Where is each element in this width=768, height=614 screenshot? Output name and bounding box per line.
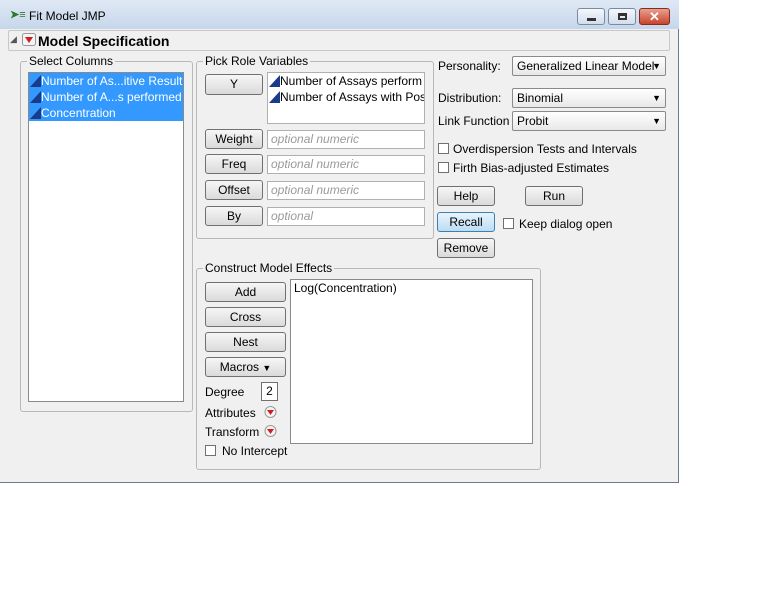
- personality-select[interactable]: Generalized Linear Model ▼: [512, 56, 666, 76]
- list-item[interactable]: Log(Concentration): [291, 280, 532, 296]
- chevron-down-icon: ▼: [652, 61, 661, 71]
- keep-dialog-open-checkbox[interactable]: [503, 218, 514, 229]
- chevron-down-icon: ▼: [652, 116, 661, 126]
- firth-checkbox[interactable]: [438, 162, 449, 173]
- transform-label: Transform: [205, 425, 260, 439]
- select-columns-label: Select Columns: [27, 54, 116, 68]
- red-triangle-menu-icon[interactable]: [22, 33, 36, 46]
- maximize-button[interactable]: [608, 8, 636, 25]
- jmp-logo-icon: ➤≡: [10, 9, 26, 21]
- distribution-select[interactable]: Binomial ▼: [512, 88, 666, 108]
- attributes-menu-icon[interactable]: [264, 406, 277, 418]
- link-function-value: Probit: [517, 114, 549, 128]
- list-item-label: Number of Assays with Pos: [280, 90, 424, 104]
- distribution-value: Binomial: [517, 91, 564, 105]
- help-button[interactable]: Help: [437, 186, 495, 206]
- continuous-column-icon: [269, 75, 280, 87]
- caret-down-icon: ▼: [262, 363, 272, 373]
- list-item[interactable]: Number of Assays with Pos: [268, 89, 424, 105]
- y-role-button[interactable]: Y: [205, 74, 263, 95]
- window-title: Fit Model JMP: [29, 9, 106, 23]
- overdispersion-label: Overdispersion Tests and Intervals: [453, 142, 637, 156]
- model-effects-list[interactable]: Log(Concentration): [290, 279, 533, 444]
- macros-button[interactable]: Macros ▼: [205, 357, 286, 377]
- freq-role-button[interactable]: Freq: [205, 154, 263, 174]
- weight-role-button[interactable]: Weight: [205, 129, 263, 149]
- list-item-label: Concentration: [41, 106, 116, 120]
- personality-value: Generalized Linear Model: [517, 59, 655, 73]
- overdispersion-checkbox[interactable]: [438, 143, 449, 154]
- list-item[interactable]: Number of A...s performed: [29, 89, 183, 105]
- list-item-label: Number of As...itive Result: [41, 74, 183, 88]
- continuous-column-icon: [30, 91, 41, 103]
- firth-label: Firth Bias-adjusted Estimates: [453, 161, 610, 175]
- offset-role-button[interactable]: Offset: [205, 180, 263, 200]
- close-icon: ✕: [649, 9, 660, 24]
- no-intercept-label: No Intercept: [222, 444, 288, 458]
- weight-role-field[interactable]: optional numeric: [267, 130, 425, 149]
- list-item[interactable]: Number of As...itive Result: [29, 73, 183, 89]
- recall-button[interactable]: Recall: [437, 212, 495, 232]
- list-item[interactable]: Number of Assays perform: [268, 73, 424, 89]
- by-role-button[interactable]: By: [205, 206, 263, 226]
- close-button[interactable]: ✕: [639, 8, 670, 25]
- add-effect-button[interactable]: Add: [205, 282, 286, 302]
- no-intercept-checkbox[interactable]: [205, 445, 216, 456]
- offset-role-field[interactable]: optional numeric: [267, 181, 425, 200]
- fit-model-window: ➤≡ Fit Model JMP ✕ ◢ Model Specification…: [0, 0, 679, 483]
- nest-effect-button[interactable]: Nest: [205, 332, 286, 352]
- disclosure-triangle-icon[interactable]: ◢: [10, 34, 17, 45]
- pick-role-variables-label: Pick Role Variables: [203, 54, 311, 68]
- attributes-label: Attributes: [205, 406, 256, 420]
- title-bar[interactable]: ➤≡ Fit Model JMP ✕: [0, 0, 679, 29]
- chevron-down-icon: ▼: [652, 93, 661, 103]
- run-button[interactable]: Run: [525, 186, 583, 206]
- maximize-icon: [617, 13, 627, 20]
- list-item-label: Number of A...s performed: [41, 90, 182, 104]
- remove-button[interactable]: Remove: [437, 238, 495, 258]
- transform-menu-icon[interactable]: [264, 425, 277, 437]
- macros-button-label: Macros: [219, 360, 260, 374]
- page-title: Model Specification: [38, 33, 170, 49]
- link-function-label: Link Function: [438, 114, 510, 128]
- minimize-icon: [586, 17, 596, 21]
- degree-label: Degree: [205, 385, 245, 399]
- keep-dialog-open-label: Keep dialog open: [519, 217, 613, 231]
- select-columns-list[interactable]: Number of As...itive Result Number of A.…: [28, 72, 184, 402]
- continuous-column-icon: [30, 107, 41, 119]
- list-item[interactable]: Concentration: [29, 105, 183, 121]
- cross-effect-button[interactable]: Cross: [205, 307, 286, 327]
- y-role-list[interactable]: Number of Assays perform Number of Assay…: [267, 72, 425, 124]
- distribution-label: Distribution:: [438, 91, 502, 105]
- continuous-column-icon: [269, 91, 280, 103]
- degree-input[interactable]: 2: [261, 382, 278, 401]
- by-role-field[interactable]: optional: [267, 207, 425, 226]
- freq-role-field[interactable]: optional numeric: [267, 155, 425, 174]
- continuous-column-icon: [30, 75, 41, 87]
- link-function-select[interactable]: Probit ▼: [512, 111, 666, 131]
- minimize-button[interactable]: [577, 8, 605, 25]
- personality-label: Personality:: [438, 59, 501, 73]
- list-item-label: Number of Assays perform: [280, 74, 423, 88]
- construct-model-effects-label: Construct Model Effects: [203, 261, 335, 275]
